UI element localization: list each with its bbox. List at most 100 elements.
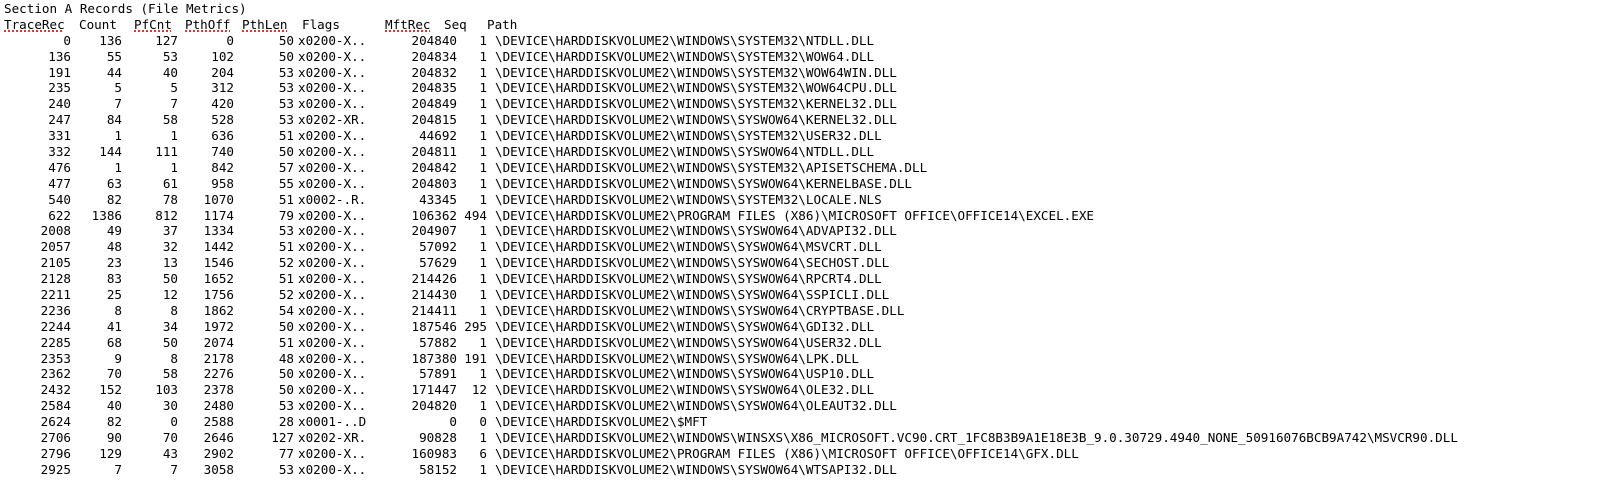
mftrec-cell: 43345 — [419, 191, 457, 207]
table-row: 2796 129 43 2902 77 x0200-X.. 160983 6 \DEVICE\H… — [4, 446, 1596, 462]
seq-cell: 1 — [479, 175, 487, 191]
path-cell: \DEVICE\HARDDISKVOLUME2\WINDOWS\SYSWOW64… — [495, 144, 875, 160]
pthoff-cell: 2480 — [203, 398, 234, 414]
seq-cell: 1 — [479, 398, 487, 414]
tracerec-cell: 240 — [48, 96, 71, 112]
mftrec-cell: 204832 — [411, 64, 458, 80]
count-cell: 1386 — [91, 207, 122, 223]
table-row: 2211 25 12 1756 52 x0200-X.. 214430 1 \DEVICE\HA… — [4, 287, 1596, 303]
table-row: 247 84 58 528 53 x0202-XR. 204815 1 \DEVICE\HARD… — [4, 112, 1596, 128]
column-header-row: TraceRec Count PfCnt PthOff PthLen Flags… — [4, 17, 1596, 33]
count-cell: 7 — [114, 461, 122, 477]
pfcnt-cell: 111 — [155, 144, 178, 160]
count-cell: 40 — [106, 398, 122, 414]
path-cell: \DEVICE\HARDDISKVOLUME2\WINDOWS\SYSWOW64… — [495, 239, 882, 255]
flags-cell: x0202-XR. — [298, 430, 367, 446]
pfcnt-cell: 812 — [155, 207, 178, 223]
pthlen-cell: 77 — [278, 445, 294, 461]
table-row: 2008 49 37 1334 53 x0200-X.. 204907 1 \DEVICE\HA… — [4, 223, 1596, 239]
seq-cell: 1 — [479, 159, 487, 175]
pthlen-cell: 127 — [271, 430, 294, 446]
pthoff-cell: 636 — [211, 128, 234, 144]
pthoff-cell: 2902 — [203, 445, 234, 461]
mftrec-cell: 57891 — [419, 366, 457, 382]
path-cell: \DEVICE\HARDDISKVOLUME2\WINDOWS\SYSWOW64… — [495, 255, 890, 271]
seq-cell: 6 — [479, 445, 487, 461]
table-row: 2105 23 13 1546 52 x0200-X.. 57629 1 \DEVICE\HAR… — [4, 255, 1596, 271]
seq-cell: 1 — [479, 128, 487, 144]
path-cell: \DEVICE\HARDDISKVOLUME2\WINDOWS\SYSWOW64… — [495, 334, 882, 350]
pthoff-cell: 1442 — [203, 239, 234, 255]
pfcnt-cell: 78 — [162, 191, 178, 207]
mftrec-cell: 204820 — [411, 398, 458, 414]
seq-cell: 1 — [479, 461, 487, 477]
pthoff-cell: 2178 — [203, 350, 234, 366]
seq-cell: 1 — [479, 144, 487, 160]
pthlen-cell: 51 — [278, 239, 294, 255]
table-row: 240 7 7 420 53 x0200-X.. 204849 1 \DEVICE\HARDDI… — [4, 96, 1596, 112]
table-row: 191 44 40 204 53 x0200-X.. 204832 1 \DEVICE\HARD… — [4, 65, 1596, 81]
flags-cell: x0200-X.. — [298, 445, 367, 461]
tracerec-cell: 2211 — [40, 287, 71, 303]
flags-cell: x0200-X.. — [298, 64, 367, 80]
seq-cell: 1 — [479, 239, 487, 255]
flags-cell: x0200-X.. — [298, 318, 367, 334]
flags-cell: x0200-X.. — [298, 48, 367, 64]
pfcnt-cell: 43 — [162, 445, 178, 461]
flags-cell: x0200-X.. — [298, 80, 367, 96]
tracerec-cell: 136 — [48, 48, 71, 64]
header-path: Path — [487, 16, 518, 32]
flags-cell: x0200-X.. — [298, 271, 367, 287]
path-cell: \DEVICE\HARDDISKVOLUME2\PROGRAM FILES (X… — [495, 207, 1094, 223]
tracerec-cell: 540 — [48, 191, 71, 207]
pthlen-cell: 48 — [278, 350, 294, 366]
tracerec-cell: 476 — [48, 159, 71, 175]
pthoff-cell: 1070 — [203, 191, 234, 207]
flags-cell: x0200-X.. — [298, 334, 367, 350]
pfcnt-cell: 1 — [170, 159, 178, 175]
tracerec-cell: 2624 — [40, 414, 71, 430]
table-row: 540 82 78 1070 51 x0002-.R. 43345 1 \DEVICE\HARD… — [4, 192, 1596, 208]
count-cell: 44 — [106, 64, 122, 80]
table-row: 477 63 61 958 55 x0200-X.. 204803 1 \DEVICE\HARD… — [4, 176, 1596, 192]
section-title-text: Section A Records (File Metrics) — [4, 1, 247, 16]
pfcnt-cell: 37 — [162, 223, 178, 239]
path-cell: \DEVICE\HARDDISKVOLUME2\WINDOWS\SYSWOW64… — [495, 461, 897, 477]
pfcnt-cell: 12 — [162, 287, 178, 303]
header-pfcnt: PfCnt — [134, 16, 172, 32]
pthlen-cell: 50 — [278, 366, 294, 382]
count-cell: 63 — [106, 175, 122, 191]
path-cell: \DEVICE\HARDDISKVOLUME2\WINDOWS\SYSWOW64… — [495, 223, 897, 239]
table-row: 2362 70 58 2276 50 x0200-X.. 57891 1 \DEVICE\HAR… — [4, 366, 1596, 382]
pthlen-cell: 55 — [278, 175, 294, 191]
mftrec-cell: 204803 — [411, 175, 458, 191]
tracerec-cell: 247 — [48, 112, 71, 128]
mftrec-cell: 57092 — [419, 239, 457, 255]
pfcnt-cell: 58 — [162, 112, 178, 128]
seq-cell: 295 — [464, 318, 487, 334]
seq-cell: 494 — [464, 207, 487, 223]
seq-cell: 1 — [479, 366, 487, 382]
pthoff-cell: 2646 — [203, 430, 234, 446]
mftrec-cell: 44692 — [419, 128, 457, 144]
pthoff-cell: 3058 — [203, 461, 234, 477]
path-cell: \DEVICE\HARDDISKVOLUME2\WINDOWS\SYSTEM32… — [495, 80, 897, 96]
mftrec-cell: 204840 — [411, 32, 458, 48]
pfcnt-cell: 70 — [162, 430, 178, 446]
pthlen-cell: 79 — [278, 207, 294, 223]
pthlen-cell: 50 — [278, 144, 294, 160]
path-cell: \DEVICE\HARDDISKVOLUME2\WINDOWS\SYSWOW64… — [495, 271, 882, 287]
pthoff-cell: 842 — [211, 159, 234, 175]
tracerec-cell: 2244 — [40, 318, 71, 334]
pthlen-cell: 50 — [278, 382, 294, 398]
table-row: 2706 90 70 2646 127 x0202-XR. 90828 1 \DEVICE\HA… — [4, 430, 1596, 446]
path-cell: \DEVICE\HARDDISKVOLUME2\WINDOWS\SYSWOW64… — [495, 175, 913, 191]
path-cell: \DEVICE\HARDDISKVOLUME2\WINDOWS\SYSTEM32… — [495, 32, 875, 48]
flags-cell: x0202-XR. — [298, 112, 367, 128]
table-row: 2128 83 50 1652 51 x0200-X.. 214426 1 \DEVICE\HA… — [4, 271, 1596, 287]
pthlen-cell: 50 — [278, 32, 294, 48]
tracerec-cell: 331 — [48, 128, 71, 144]
table-row: 2584 40 30 2480 53 x0200-X.. 204820 1 \DEVICE\HA… — [4, 398, 1596, 414]
path-cell: \DEVICE\HARDDISKVOLUME2\WINDOWS\SYSWOW64… — [495, 382, 875, 398]
pthlen-cell: 53 — [278, 223, 294, 239]
